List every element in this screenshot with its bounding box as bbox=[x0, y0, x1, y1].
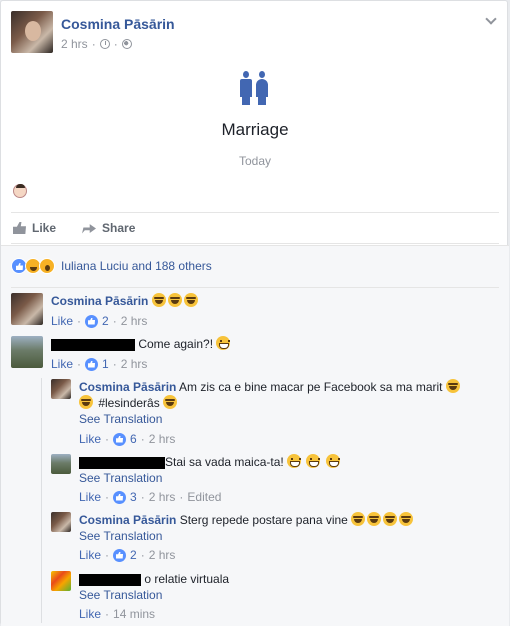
comment-text: Am zis ca e bine macar pe Facebook sa ma… bbox=[179, 380, 443, 394]
laughing-emoji-icon bbox=[367, 512, 382, 526]
laughing-emoji-icon bbox=[399, 512, 414, 526]
reactors-text[interactable]: Iuliana Luciu and 188 others bbox=[61, 259, 212, 273]
avatar[interactable] bbox=[51, 512, 71, 532]
comment-text: Come again?! bbox=[138, 337, 214, 351]
author-name[interactable]: Cosmina Pāsārin bbox=[61, 16, 175, 32]
wow-reaction-icon bbox=[39, 258, 55, 274]
comment-actions: Like · 2 · 2 hrs bbox=[51, 313, 148, 329]
clock-icon bbox=[99, 39, 110, 49]
see-translation-link[interactable]: See Translation bbox=[79, 587, 229, 603]
event-date: Today bbox=[238, 154, 272, 168]
comment-actions: Like · 14 mins bbox=[79, 606, 156, 622]
see-translation-link[interactable]: See Translation bbox=[79, 528, 415, 544]
like-count[interactable]: 2 bbox=[130, 547, 137, 563]
like-count[interactable]: 1 bbox=[102, 356, 109, 372]
grinning-emoji-icon bbox=[287, 454, 302, 468]
laughing-emoji-icon bbox=[351, 512, 366, 526]
comment-like-button[interactable]: Like bbox=[79, 606, 101, 622]
couple-icon bbox=[240, 71, 270, 105]
redacted-name bbox=[51, 338, 135, 351]
avatar[interactable] bbox=[51, 571, 71, 591]
comment-like-button[interactable]: Like bbox=[79, 431, 101, 447]
grinning-emoji-icon bbox=[306, 454, 321, 468]
post-header: Cosmina Pāsārin 2 hrs · · bbox=[11, 11, 499, 55]
comment-like-button[interactable]: Like bbox=[79, 547, 101, 563]
laughing-emoji-icon bbox=[163, 395, 178, 409]
avatar[interactable] bbox=[51, 454, 71, 474]
laughing-emoji-icon bbox=[183, 293, 198, 307]
like-count-icon bbox=[113, 548, 127, 562]
hashtag[interactable]: #lesinderâs bbox=[98, 396, 159, 410]
like-count-icon bbox=[85, 314, 99, 328]
comment-like-button[interactable]: Like bbox=[51, 356, 73, 372]
like-count-icon bbox=[113, 490, 127, 504]
like-label: Like bbox=[32, 221, 57, 235]
comment-author[interactable]: Cosmina Pāsārin bbox=[79, 513, 176, 527]
comment-author[interactable]: Cosmina Pāsārin bbox=[79, 380, 176, 394]
comment-text: o relatie virtuala bbox=[144, 572, 230, 586]
comment-actions: Like · 3 · 2 hrs · Edited bbox=[79, 489, 222, 505]
reply-thread-line bbox=[41, 378, 42, 623]
comment-time[interactable]: 2 hrs bbox=[149, 547, 176, 563]
comment-actions: Like · 6 · 2 hrs bbox=[79, 431, 176, 447]
redacted-name bbox=[79, 456, 165, 469]
laughing-emoji-icon bbox=[383, 512, 398, 526]
share-icon bbox=[82, 224, 97, 234]
like-count-icon bbox=[113, 432, 127, 446]
comment-time[interactable]: 2 hrs bbox=[149, 489, 176, 505]
reply: Cosmina Pāsārin Am zis ca e bine macar p… bbox=[51, 379, 499, 446]
avatar[interactable] bbox=[11, 293, 43, 325]
post-meta: 2 hrs · · bbox=[61, 37, 132, 51]
comment-like-button[interactable]: Like bbox=[79, 489, 101, 505]
share-label: Share bbox=[102, 221, 136, 235]
comment: Come again?! Like · 1 · 2 hrs bbox=[11, 336, 499, 372]
comments-area: Iuliana Luciu and 188 others Cosmina Pās… bbox=[1, 245, 509, 626]
author-avatar[interactable] bbox=[11, 11, 53, 53]
divider bbox=[11, 287, 499, 288]
globe-icon[interactable] bbox=[121, 39, 132, 49]
comment-actions: Like · 1 · 2 hrs bbox=[51, 356, 148, 372]
comment-time[interactable]: 14 mins bbox=[113, 606, 155, 622]
laughing-emoji-icon bbox=[79, 395, 93, 409]
comment-time[interactable]: 2 hrs bbox=[121, 356, 148, 372]
comment-like-button[interactable]: Like bbox=[51, 313, 73, 329]
see-translation-link[interactable]: See Translation bbox=[79, 470, 342, 486]
share-button[interactable]: Share bbox=[82, 221, 135, 235]
edited-label[interactable]: Edited bbox=[187, 489, 221, 505]
redacted-name bbox=[79, 573, 141, 586]
post-card: Cosmina Pāsārin 2 hrs · · Marriage Today… bbox=[0, 0, 509, 626]
person-emoji-icon bbox=[13, 184, 27, 198]
comment: Cosmina Pāsārin Like · 2 · 2 hrs bbox=[11, 293, 499, 329]
comment-time[interactable]: 2 hrs bbox=[121, 313, 148, 329]
grinning-emoji-icon bbox=[216, 336, 231, 350]
post-time[interactable]: 2 hrs bbox=[61, 37, 88, 51]
grinning-emoji-icon bbox=[325, 454, 340, 468]
chevron-down-icon[interactable] bbox=[485, 13, 497, 25]
action-bar: Like Share bbox=[11, 212, 499, 244]
avatar[interactable] bbox=[11, 336, 43, 368]
laughing-emoji-icon bbox=[167, 293, 182, 307]
event-title: Marriage bbox=[221, 120, 289, 139]
like-count[interactable]: 2 bbox=[102, 313, 109, 329]
reply: Cosmina Pāsārin Sterg repede postare pan… bbox=[51, 512, 499, 563]
laughing-emoji-icon bbox=[445, 379, 460, 393]
comment-author[interactable]: Cosmina Pāsārin bbox=[51, 294, 148, 308]
reply: Stai sa vada maica-ta! See Translation L… bbox=[51, 454, 499, 505]
like-button[interactable]: Like bbox=[13, 221, 56, 235]
comment-actions: Like · 2 · 2 hrs bbox=[79, 547, 176, 563]
laughing-emoji-icon bbox=[151, 293, 166, 307]
life-event: Marriage Today bbox=[1, 71, 509, 168]
avatar[interactable] bbox=[51, 379, 71, 399]
reactions-summary[interactable]: Iuliana Luciu and 188 others bbox=[11, 258, 212, 274]
reply: o relatie virtuala See Translation Like … bbox=[51, 571, 499, 622]
comment-time[interactable]: 2 hrs bbox=[149, 431, 176, 447]
like-count[interactable]: 6 bbox=[130, 431, 137, 447]
comment-text: Sterg repede postare pana vine bbox=[179, 513, 348, 527]
like-count[interactable]: 3 bbox=[130, 489, 137, 505]
see-translation-link[interactable]: See Translation bbox=[79, 411, 462, 427]
comment-text: Stai sa vada maica-ta! bbox=[165, 455, 284, 469]
thumb-icon bbox=[13, 222, 26, 234]
like-count-icon bbox=[85, 357, 99, 371]
